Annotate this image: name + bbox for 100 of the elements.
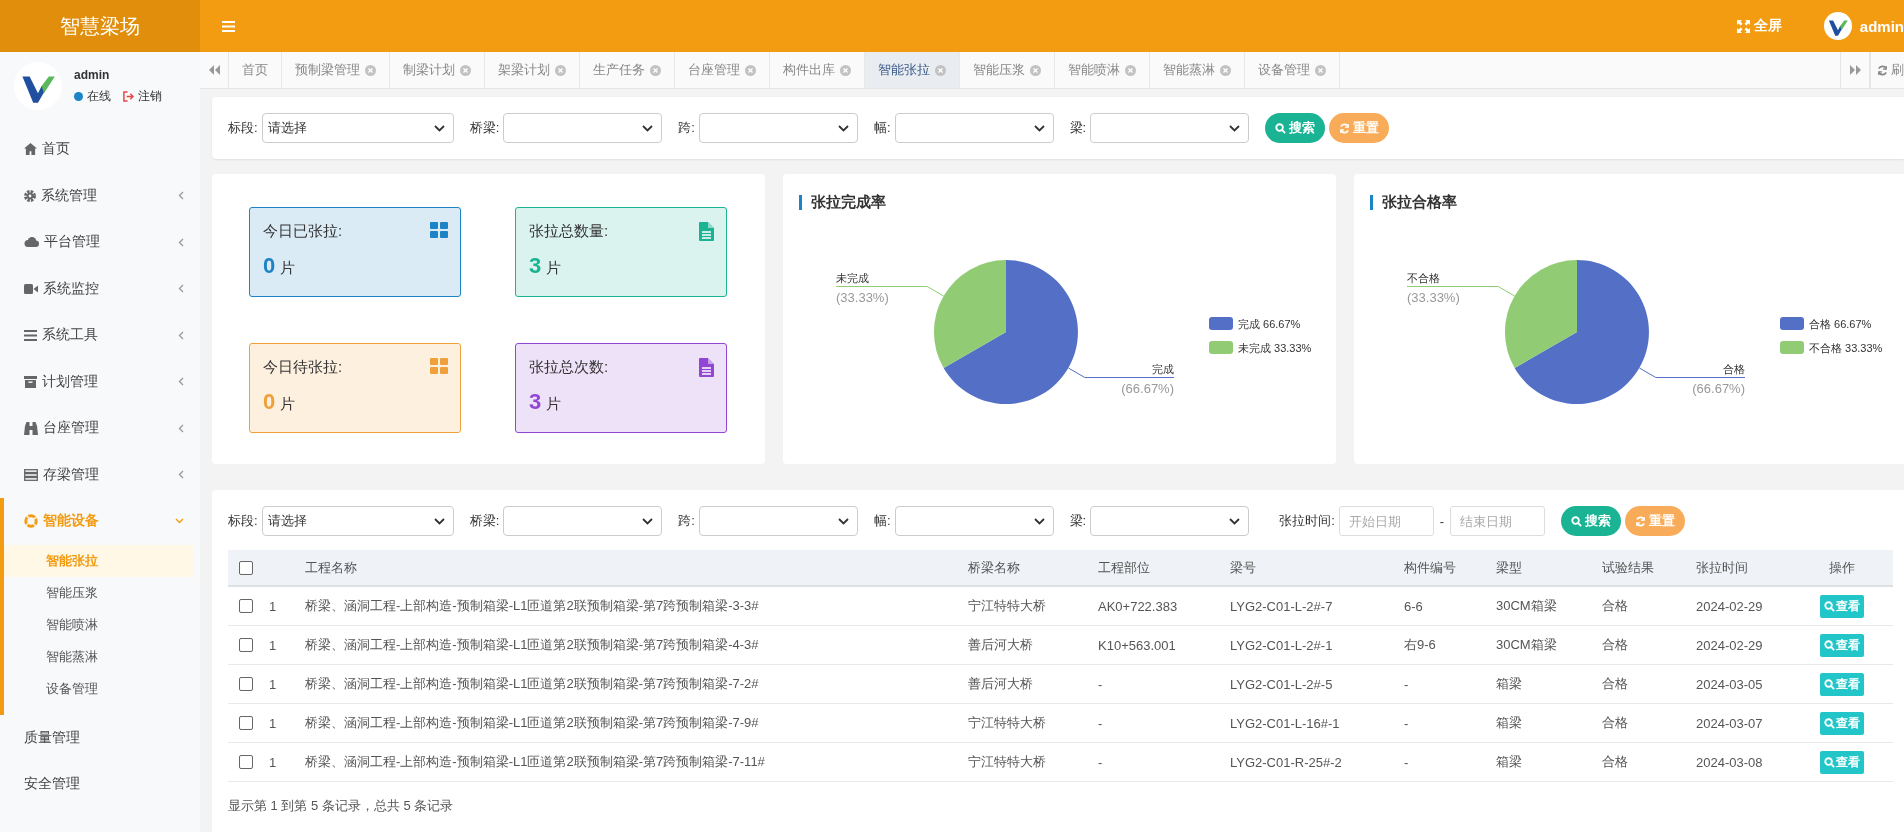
close-icon[interactable] xyxy=(840,64,851,76)
sidebar-item[interactable]: 智能设备 xyxy=(4,498,200,545)
menu-icon[interactable] xyxy=(222,20,235,32)
checkbox[interactable] xyxy=(239,716,253,730)
tab[interactable]: 生产任务 xyxy=(580,52,675,88)
column-header: 张拉时间 xyxy=(1696,559,1748,575)
close-icon[interactable] xyxy=(650,64,661,76)
tab[interactable]: 设备管理 xyxy=(1245,52,1340,88)
sidebar-item[interactable]: 系统工具 xyxy=(0,312,200,359)
tab[interactable]: 智能张拉 xyxy=(865,52,960,88)
close-icon[interactable] xyxy=(1030,64,1041,76)
checkbox[interactable] xyxy=(239,560,253,575)
dropdown[interactable]: 请选择 xyxy=(261,506,454,536)
slice-percent: (33.33%) xyxy=(836,289,889,305)
dropdown[interactable] xyxy=(1090,506,1250,536)
stat-unit: 片 xyxy=(546,259,562,278)
checkbox[interactable] xyxy=(239,599,253,613)
table-cell: 2024-02-29 xyxy=(1696,637,1763,653)
caret-icon xyxy=(837,517,849,525)
table-cell: 宁江特特大桥 xyxy=(968,598,1046,613)
table-cell: 1 xyxy=(269,637,277,653)
field-label: 标段: xyxy=(228,119,258,137)
user-name[interactable]: admin xyxy=(1859,17,1904,35)
server-icon xyxy=(24,468,38,481)
sidebar-item[interactable]: 系统监控 xyxy=(0,265,200,312)
slice-percent: (33.33%) xyxy=(1407,289,1460,305)
table-cell: 30CM箱梁 xyxy=(1496,598,1557,613)
tab[interactable]: 智能蒸淋 xyxy=(1150,52,1245,88)
sidebar-item[interactable]: 存梁管理 xyxy=(0,451,200,498)
sidebar-item[interactable]: 计划管理 xyxy=(0,358,200,405)
close-icon[interactable] xyxy=(460,64,471,76)
refresh-button[interactable]: 刷 xyxy=(1870,52,1904,88)
reset-button[interactable]: 重置 xyxy=(1625,506,1686,536)
sidebar-item[interactable]: 首页 xyxy=(0,126,200,173)
sidebar-item[interactable]: 系统管理 xyxy=(0,172,200,219)
close-icon[interactable] xyxy=(555,64,566,76)
search-button[interactable]: 搜索 xyxy=(1265,113,1326,143)
submenu-item[interactable]: 智能喷淋 xyxy=(4,608,194,641)
table-cell: K10+563.001 xyxy=(1098,637,1176,653)
checkbox[interactable] xyxy=(239,677,253,691)
table-cell: 1 xyxy=(269,598,277,614)
tab[interactable]: 预制梁管理 xyxy=(282,52,390,88)
dropdown[interactable] xyxy=(1090,113,1250,143)
fullscreen-button[interactable]: 全屏 xyxy=(1736,0,1782,52)
scroll-right-button[interactable] xyxy=(1840,52,1870,88)
field-label: 幅: xyxy=(873,512,891,530)
user-name: admin xyxy=(74,68,111,82)
logout-icon[interactable] xyxy=(123,91,134,102)
tab[interactable]: 首页 xyxy=(229,52,282,88)
submenu-item[interactable]: 智能压浆 xyxy=(4,576,194,609)
dropdown[interactable] xyxy=(698,506,858,536)
view-button[interactable]: 查看 xyxy=(1819,711,1864,735)
checkbox[interactable] xyxy=(239,755,253,769)
table-cell: 桥梁、涵洞工程-上部构造-预制箱梁-L1匝道第2联预制箱梁-第7跨预制箱梁-7-11# xyxy=(305,754,765,769)
submenu-item[interactable]: 设备管理 xyxy=(4,672,194,705)
search-button[interactable]: 搜索 xyxy=(1561,506,1622,536)
gear-icon xyxy=(24,189,36,202)
app-title: 智慧梁场 xyxy=(60,13,140,39)
column-header: 桥梁名称 xyxy=(968,559,1020,575)
tab[interactable]: 架梁计划 xyxy=(485,52,580,88)
legend-label: 未完成 33.33% xyxy=(1238,342,1312,354)
dropdown[interactable] xyxy=(503,113,663,143)
slice-percent: (66.67%) xyxy=(1692,380,1745,396)
date-field[interactable]: 结束日期 xyxy=(1450,506,1546,536)
submenu-item[interactable]: 智能蒸淋 xyxy=(4,640,194,673)
table-cell: 桥梁、涵洞工程-上部构造-预制箱梁-L1匝道第2联预制箱梁-第7跨预制箱梁-7-9# xyxy=(305,715,759,730)
submenu-item[interactable]: 智能张拉 xyxy=(4,544,194,577)
view-button[interactable]: 查看 xyxy=(1819,594,1864,618)
close-icon[interactable] xyxy=(1125,64,1136,76)
logout-link[interactable]: 注销 xyxy=(123,88,162,105)
dropdown[interactable] xyxy=(894,113,1054,143)
dropdown[interactable] xyxy=(698,113,858,143)
checkbox[interactable] xyxy=(239,638,253,652)
close-icon[interactable] xyxy=(745,64,756,76)
close-icon[interactable] xyxy=(935,64,946,76)
table-cell: LYG2-C01-L-2#-1 xyxy=(1230,637,1333,653)
stat-value: 3 xyxy=(529,253,542,279)
sidebar-item[interactable]: 质量管理 xyxy=(0,714,200,761)
chart-title: 张拉合格率 xyxy=(1382,193,1457,212)
sidebar-item[interactable]: 安全管理 xyxy=(0,761,200,808)
column-header: 梁型 xyxy=(1496,559,1522,575)
view-button[interactable]: 查看 xyxy=(1819,633,1864,657)
view-button[interactable]: 查看 xyxy=(1819,672,1864,696)
dropdown[interactable]: 请选择 xyxy=(261,113,454,143)
table-cell: LYG2-C01-L-2#-7 xyxy=(1230,598,1333,614)
close-icon[interactable] xyxy=(1220,64,1231,76)
dropdown[interactable] xyxy=(894,506,1054,536)
tab[interactable]: 台座管理 xyxy=(675,52,770,88)
dropdown[interactable] xyxy=(503,506,663,536)
close-icon[interactable] xyxy=(1315,64,1326,76)
sidebar-item[interactable]: 台座管理 xyxy=(0,405,200,452)
close-icon[interactable] xyxy=(365,64,376,76)
tab[interactable]: 智能喷淋 xyxy=(1055,52,1150,88)
video-camera-icon xyxy=(24,283,38,294)
tab[interactable]: 制梁计划 xyxy=(390,52,485,88)
view-button[interactable]: 查看 xyxy=(1819,750,1864,774)
date-field[interactable]: 开始日期 xyxy=(1338,506,1434,536)
sidebar-item[interactable]: 平台管理 xyxy=(0,219,200,266)
reset-button[interactable]: 重置 xyxy=(1329,113,1390,143)
tab[interactable]: 智能压浆 xyxy=(960,52,1055,88)
